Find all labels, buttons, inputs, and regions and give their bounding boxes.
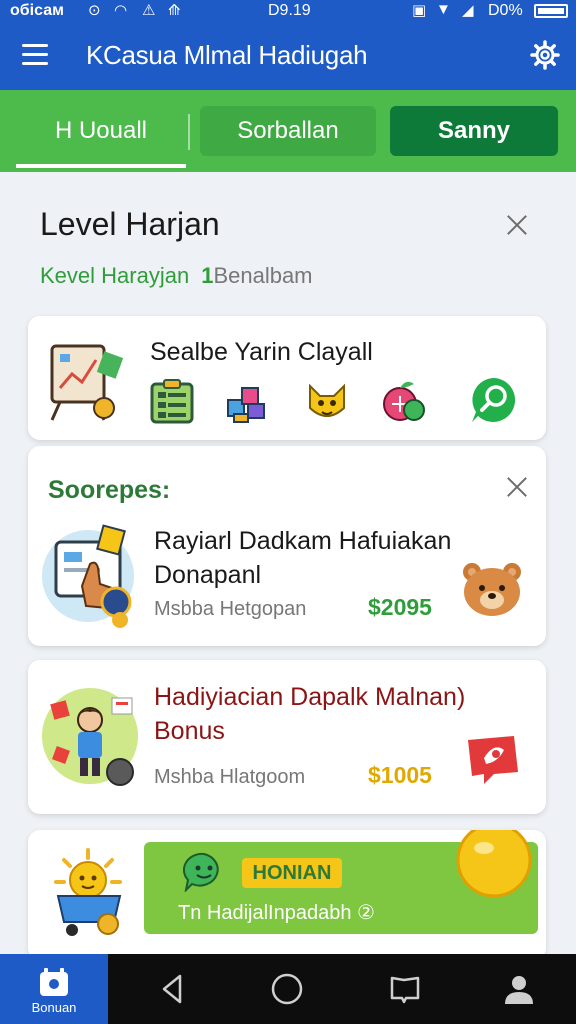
chart-easel-icon[interactable] xyxy=(46,340,130,424)
vibrate-icon: ▣ xyxy=(412,2,427,19)
skills-card: Sealbe Yarin Clayall xyxy=(28,316,546,440)
deal-2-meta: Mshba Hlatgoom xyxy=(154,766,306,788)
wifi-icon: ◠ xyxy=(114,2,128,19)
cell-signal-icon: ◢ xyxy=(462,2,474,19)
battery-percent: D0% xyxy=(488,2,523,19)
smile-chat-icon xyxy=(182,852,219,892)
bonus-badge: HONIAN xyxy=(242,858,342,888)
bonus-card[interactable]: HONIAN Tn HadijalInpadabh ② xyxy=(28,830,546,960)
status-bar: обісам ⊙ ◠ ⚠ ⟰ D9.19 ▣ ▼ ◢ D0% xyxy=(0,0,576,22)
checklist-icon[interactable] xyxy=(148,378,196,426)
bottom-nav: Bonuan xyxy=(0,954,576,1024)
tab-divider xyxy=(188,114,190,150)
deal-1-meta: Msbba Hetgopan xyxy=(154,598,307,620)
boy-badges-icon xyxy=(42,688,138,786)
search-chat-icon[interactable] xyxy=(468,374,520,426)
home-circle-icon[interactable] xyxy=(270,972,304,1006)
tablet-hand-icon xyxy=(42,524,134,628)
tab-sanny[interactable]: Sanny xyxy=(390,106,558,156)
sun-cart-icon xyxy=(54,848,122,936)
carrier-label: обісам xyxy=(10,2,64,19)
section-title-deals: Soorepes: xyxy=(48,476,171,504)
deal-2-price: $1005 xyxy=(368,762,432,788)
tab-h-uouall[interactable]: H Uouall xyxy=(16,106,186,156)
level-count: 1 xyxy=(201,263,214,288)
level-extra: Benalbam xyxy=(213,263,313,288)
settings-gear-icon[interactable] xyxy=(530,40,560,70)
notification-icon: ⚠ xyxy=(142,2,156,19)
fox-mascot-icon[interactable] xyxy=(302,376,352,426)
clock: D9.19 xyxy=(268,2,311,19)
nav-home-button[interactable]: Bonuan xyxy=(0,954,108,1024)
deal-2-title-line1: Hadiyiacian Dapalk Malnan) xyxy=(154,683,466,711)
bonus-banner[interactable]: HONIAN Tn HadijalInpadabh ② xyxy=(144,830,538,934)
tab-sorballan[interactable]: Sorballan xyxy=(200,106,376,156)
deal-1-price: $2095 xyxy=(368,594,432,620)
level-title: Level Harjan xyxy=(40,206,220,242)
level-subtitle: Kevel Harayjan 1Benalbam xyxy=(40,263,313,289)
active-tab-indicator xyxy=(16,164,186,168)
tab-bar: H Uouall Sorballan Sanny xyxy=(0,90,576,172)
home-calendar-icon xyxy=(40,968,68,996)
close-deals-icon[interactable] xyxy=(506,476,528,498)
book-icon[interactable] xyxy=(388,972,422,1006)
fruit-coin-icon[interactable] xyxy=(378,376,430,428)
deal-card-2[interactable]: Hadiyiacian Dapalk Malnan) Bonus Mshba H… xyxy=(28,660,546,814)
back-icon[interactable] xyxy=(156,972,190,1006)
gold-coin-icon xyxy=(456,830,532,898)
deal-1-title-line1: Rayiarl Dadkam Hafuiakan xyxy=(154,527,452,555)
battery-icon xyxy=(534,4,568,18)
app-bar: KCasua Mlmal Hadiugah xyxy=(0,22,576,90)
red-gift-icon[interactable] xyxy=(464,732,522,786)
deal-2-title-line2: Bonus xyxy=(154,717,225,745)
bear-icon[interactable] xyxy=(460,558,524,618)
level-subtitle-text: Kevel Harayjan xyxy=(40,263,190,288)
blocks-icon[interactable] xyxy=(222,378,270,426)
close-level-icon[interactable] xyxy=(506,214,528,236)
nav-home-label: Bonuan xyxy=(31,1000,77,1015)
app-title: KCasua Mlmal Hadiugah xyxy=(86,40,368,70)
deal-card-1[interactable]: Soorepes: Rayiarl Dadkam Hafuiakan Donap… xyxy=(28,446,546,646)
skills-title: Sealbe Yarin Clayall xyxy=(150,338,373,366)
bonus-text: Tn HadijalInpadabh ② xyxy=(178,902,375,924)
wifi-status-icon: ▼ xyxy=(436,1,451,18)
sync-icon: ⊙ xyxy=(88,2,101,19)
hamburger-menu-icon[interactable] xyxy=(22,44,48,66)
deal-1-title-line2: Donapanl xyxy=(154,561,262,589)
profile-icon[interactable] xyxy=(502,972,536,1006)
signal-small-icon: ⟰ xyxy=(168,2,181,19)
